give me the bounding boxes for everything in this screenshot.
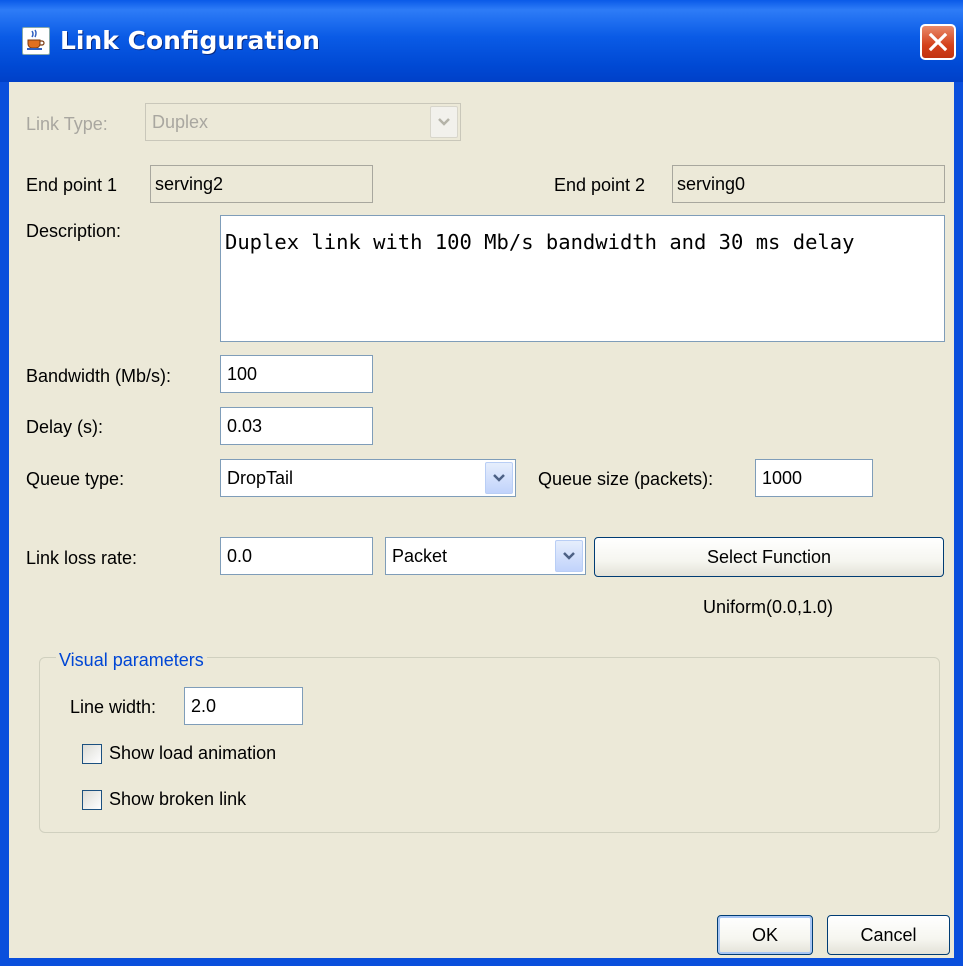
bandwidth-label: Bandwidth (Mb/s): bbox=[26, 366, 172, 386]
window-title: Link Configuration bbox=[60, 26, 320, 55]
queue-size-input[interactable]: 1000 bbox=[755, 459, 873, 497]
end-point-1-label: End point 1 bbox=[26, 175, 118, 195]
end-point-1-field: serving2 bbox=[150, 165, 373, 203]
line-width-input[interactable]: 2.0 bbox=[184, 687, 303, 725]
queue-size-label: Queue size (packets): bbox=[538, 469, 714, 489]
java-cup-icon bbox=[22, 27, 50, 55]
chevron-down-icon[interactable] bbox=[485, 462, 513, 494]
link-loss-input[interactable]: 0.0 bbox=[220, 537, 373, 575]
loss-unit-value: Packet bbox=[392, 546, 448, 566]
visual-parameters-title: Visual parameters bbox=[56, 649, 207, 671]
show-load-animation-checkbox[interactable] bbox=[82, 744, 102, 764]
loss-function-text: Uniform(0.0,1.0) bbox=[702, 597, 834, 617]
chevron-down-icon bbox=[430, 106, 458, 138]
link-type-label: Link Type: bbox=[26, 114, 108, 134]
chevron-down-icon[interactable] bbox=[555, 540, 583, 572]
end-point-2-label: End point 2 bbox=[554, 175, 646, 195]
description-textarea[interactable]: Duplex link with 100 Mb/s bandwidth and … bbox=[220, 215, 945, 342]
show-load-animation-label[interactable]: Show load animation bbox=[109, 742, 276, 764]
ok-button[interactable]: OK bbox=[717, 915, 813, 955]
dialog-window: Link Configuration Link Type: Duplex End… bbox=[0, 0, 963, 966]
bandwidth-input[interactable]: 100 bbox=[220, 355, 373, 393]
queue-type-select[interactable]: DropTail bbox=[220, 459, 516, 497]
delay-input[interactable]: 0.03 bbox=[220, 407, 373, 445]
queue-type-value: DropTail bbox=[227, 468, 294, 488]
close-icon bbox=[928, 32, 948, 52]
show-broken-link-checkbox[interactable] bbox=[82, 790, 102, 810]
delay-label: Delay (s): bbox=[26, 417, 104, 437]
loss-unit-select[interactable]: Packet bbox=[385, 537, 586, 575]
description-label: Description: bbox=[26, 221, 122, 241]
close-button[interactable] bbox=[920, 24, 956, 60]
dialog-content: Link Type: Duplex End point 1 serving2 E… bbox=[9, 82, 954, 958]
link-type-select: Duplex bbox=[145, 103, 461, 141]
link-loss-label: Link loss rate: bbox=[26, 548, 138, 568]
title-bar[interactable]: Link Configuration bbox=[0, 0, 963, 82]
end-point-2-field: serving0 bbox=[672, 165, 945, 203]
queue-type-label: Queue type: bbox=[26, 469, 125, 489]
line-width-label: Line width: bbox=[70, 697, 157, 717]
cancel-button[interactable]: Cancel bbox=[827, 915, 950, 955]
show-broken-link-label[interactable]: Show broken link bbox=[109, 788, 246, 810]
select-function-button[interactable]: Select Function bbox=[594, 537, 944, 577]
link-type-value: Duplex bbox=[152, 112, 209, 132]
